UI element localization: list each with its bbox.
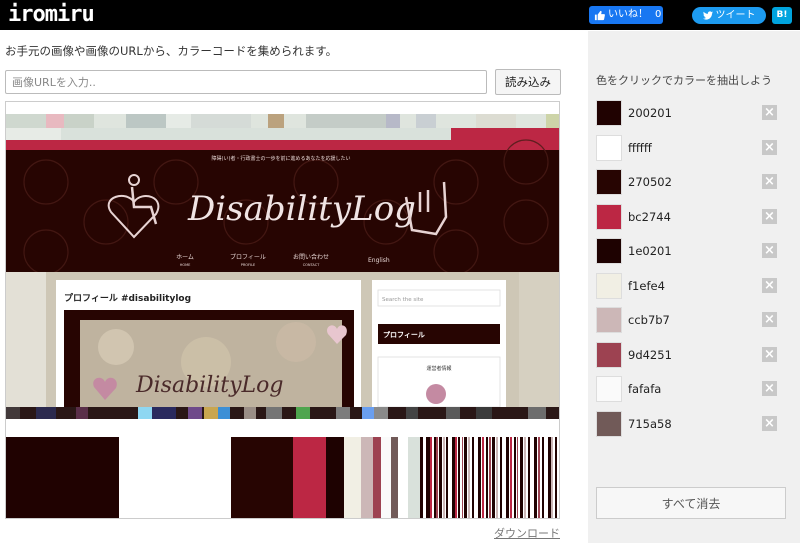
svg-text:お問い合わせ: お問い合わせ (293, 253, 329, 261)
svg-text:ホーム: ホーム (176, 254, 194, 261)
color-hex[interactable]: 270502 (628, 175, 672, 189)
post-title: プロフィール #disabilitylog (64, 292, 191, 304)
svg-text:CONTACT: CONTACT (303, 263, 320, 267)
color-row[interactable]: 9d4251 × (596, 342, 786, 371)
color-swatch[interactable] (596, 135, 622, 161)
like-count: 0 (655, 9, 662, 20)
delete-color-icon[interactable]: × (762, 174, 777, 189)
image-url-input[interactable] (5, 70, 487, 94)
tweet-label: ツイート (715, 10, 756, 21)
delete-color-icon[interactable]: × (762, 347, 777, 362)
color-hex[interactable]: 715a58 (628, 417, 672, 431)
color-hex[interactable]: fafafa (628, 382, 661, 396)
load-button[interactable]: 読み込み (495, 69, 561, 95)
color-row[interactable]: ffffff × (596, 135, 786, 164)
color-swatch[interactable] (596, 376, 622, 402)
site-title: DisabilityLog (187, 189, 416, 229)
color-row[interactable]: f1efe4 × (596, 273, 786, 302)
post-image-title: DisabilityLog (135, 373, 283, 398)
color-hex[interactable]: ccb7b7 (628, 313, 670, 327)
svg-text:HOME: HOME (180, 263, 191, 267)
color-row[interactable]: 270502 × (596, 169, 786, 198)
color-row[interactable]: ccb7b7 × (596, 307, 786, 336)
color-row[interactable]: 715a58 × (596, 411, 786, 440)
sidebar-instruction: 色をクリックでカラーを抽出しよう (596, 74, 772, 87)
color-swatch[interactable] (596, 100, 622, 126)
color-swatch[interactable] (596, 169, 622, 195)
preview-canvas[interactable]: 障碍(い)者・行政書士の一歩を前に進めるあなたを応援したい Disability… (6, 102, 559, 518)
color-hex[interactable]: 200201 (628, 106, 672, 120)
color-hex[interactable]: ffffff (628, 141, 652, 155)
like-label: いいね！ (608, 9, 648, 20)
color-row[interactable]: fafafa × (596, 376, 786, 405)
svg-text:プロフィール: プロフィール (230, 254, 266, 261)
svg-text:Search the site: Search the site (382, 297, 424, 303)
sampled-color-strip[interactable] (6, 407, 559, 437)
color-swatch[interactable] (596, 238, 622, 264)
color-swatch[interactable] (596, 307, 622, 333)
app-root: iromiru いいね！ 0 ツイート B! お手元の画像や画像のURLから、カ… (0, 0, 800, 543)
delete-color-icon[interactable]: × (762, 278, 777, 293)
clear-all-button[interactable]: すべて消去 (596, 487, 786, 519)
facebook-like-button[interactable]: いいね！ 0 (589, 6, 663, 24)
download-link[interactable]: ダウンロード (494, 525, 560, 541)
color-swatch[interactable] (596, 411, 622, 437)
top-bar: iromiru いいね！ 0 ツイート B! (0, 0, 800, 30)
color-row[interactable]: 1e0201 × (596, 238, 786, 267)
color-swatch[interactable] (596, 273, 622, 299)
intro-text: お手元の画像や画像のURLから、カラーコードを集められます。 (5, 44, 338, 58)
tweet-button[interactable]: ツイート (692, 7, 766, 24)
color-swatch[interactable] (596, 342, 622, 368)
site-header: 障碍(い)者・行政書士の一歩を前に進めるあなたを応援したい Disability… (6, 139, 559, 275)
delete-color-icon[interactable]: × (762, 243, 777, 258)
delete-color-icon[interactable]: × (762, 312, 777, 327)
site-body: プロフィール #disabilitylog DisabilityLog Sear… (6, 272, 559, 408)
color-row[interactable]: 200201 × (596, 100, 786, 129)
delete-color-icon[interactable]: × (762, 209, 777, 224)
color-hex[interactable]: 9d4251 (628, 348, 672, 362)
color-hex[interactable]: 1e0201 (628, 244, 672, 258)
delete-color-icon[interactable]: × (762, 381, 777, 396)
site-tagline: 障碍(い)者・行政書士の一歩を前に進めるあなたを応援したい (212, 155, 351, 162)
color-row[interactable]: bc2744 × (596, 204, 786, 233)
hatena-bookmark-button[interactable]: B! (772, 7, 792, 24)
mosaic-top (6, 114, 559, 150)
widget-title: プロフィール (383, 330, 425, 339)
image-preview[interactable]: 障碍(い)者・行政書士の一歩を前に進めるあなたを応援したい Disability… (5, 101, 560, 519)
site-logo[interactable]: iromiru (8, 1, 95, 29)
delete-color-icon[interactable]: × (762, 140, 777, 155)
thumbs-up-icon (594, 10, 605, 20)
delete-color-icon[interactable]: × (762, 416, 777, 431)
svg-text:PROFILE: PROFILE (241, 263, 256, 267)
color-bars[interactable] (6, 437, 557, 518)
color-swatch[interactable] (596, 204, 622, 230)
twitter-bird-icon (702, 11, 713, 20)
svg-text:English: English (368, 257, 390, 264)
svg-text:運営者情報: 運営者情報 (426, 365, 451, 372)
color-hex[interactable]: bc2744 (628, 210, 671, 224)
delete-color-icon[interactable]: × (762, 105, 777, 120)
color-hex[interactable]: f1efe4 (628, 279, 665, 293)
